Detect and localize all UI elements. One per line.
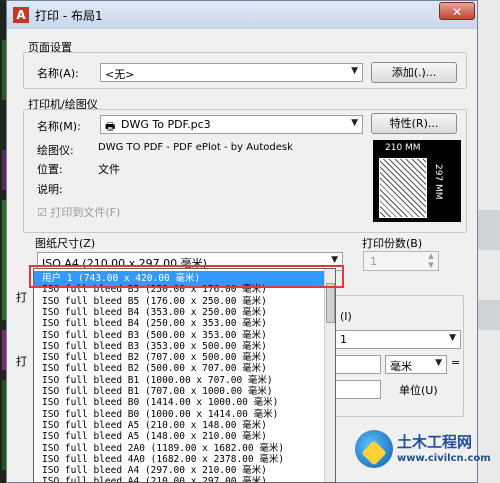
paper-size-label: 图纸尺寸(Z) — [35, 237, 96, 250]
print-to-file-label: 打印到文件(F) — [50, 206, 121, 219]
watermark-logo-icon — [355, 430, 393, 468]
scale-value: 1 — [340, 333, 347, 346]
unit-value: 毫米 — [390, 360, 412, 373]
equals-label: = — [451, 356, 461, 369]
watermark: 土木工程网 www.civilcn.com — [355, 425, 495, 480]
chevron-down-icon: ▼ — [449, 333, 456, 343]
printer-name-label: 名称(M): — [37, 120, 81, 133]
copies-label: 打印份数(B) — [362, 237, 423, 250]
dropdown-option[interactable]: ISO full bleed A4 (210.00 x 297.00 毫米) — [34, 474, 324, 482]
printer-name-value: DWG To PDF.pc3 — [121, 118, 211, 131]
chevron-down-icon: ▼ — [351, 66, 358, 76]
location-value: 文件 — [98, 163, 120, 176]
copies-spinner[interactable]: 1 ▲ ▼ — [363, 251, 439, 271]
printer-icon: 🖶 — [105, 120, 116, 133]
chevron-down-icon: ▼ — [435, 358, 442, 368]
unit-combo[interactable]: 毫米 ▼ — [385, 355, 447, 374]
dropdown-scrollbar[interactable] — [324, 269, 335, 482]
chevron-down-icon: ▼ — [351, 118, 358, 128]
cad-toolbar-background — [478, 0, 500, 483]
page-setup-name-combo[interactable]: <无> ▼ — [100, 63, 363, 82]
checkbox-icon: ☑ — [37, 206, 47, 219]
highlight-box — [29, 265, 344, 288]
plotter-label: 绘图仪: — [37, 144, 74, 157]
preview-height-label: 297 MM — [433, 164, 443, 200]
scale-combo[interactable]: 1 ▼ — [335, 330, 461, 349]
print-to-file-checkbox[interactable]: ☑ 打印到文件(F) — [37, 204, 120, 220]
unit-label: 单位(U) — [399, 384, 438, 397]
partial-label: (I) — [340, 310, 352, 323]
plotter-value: DWG TO PDF - PDF ePlot - by Autodesk — [98, 142, 293, 153]
chevron-down-icon: ▼ — [331, 255, 338, 265]
add-button[interactable]: 添加(.)... — [371, 62, 457, 83]
preview-sheet — [379, 158, 427, 218]
scale-numerator-field[interactable] — [335, 355, 381, 374]
autocad-logo-icon: A — [13, 7, 29, 23]
scale-denominator-field[interactable] — [335, 380, 381, 399]
partial-label: 打 — [16, 355, 27, 368]
copies-value: 1 — [370, 255, 377, 268]
partial-label: 打 — [16, 291, 27, 304]
scrollbar-thumb[interactable] — [326, 283, 335, 323]
spin-up-icon[interactable]: ▲ — [424, 252, 438, 261]
close-button[interactable]: ✕ — [439, 2, 475, 20]
paper-preview: 210 MM 297 MM — [373, 140, 461, 222]
watermark-url: www.civilcn.com — [397, 453, 491, 464]
paper-size-dropdown[interactable]: 用户 1 (743.00 x 420.00 毫米) ISO full bleed … — [33, 268, 336, 483]
window-title: 打印 - 布局1 — [35, 9, 103, 23]
page-setup-name-value: <无> — [105, 68, 135, 81]
printer-name-combo[interactable]: 🖶 DWG To PDF.pc3 ▼ — [100, 115, 363, 134]
properties-button[interactable]: 特性(R)... — [371, 113, 457, 134]
location-label: 位置: — [37, 163, 63, 176]
description-label: 说明: — [37, 183, 63, 196]
spin-down-icon[interactable]: ▼ — [424, 261, 438, 270]
page-setup-name-label: 名称(A): — [37, 67, 79, 80]
title-bar: A 打印 - 布局1 ✕ — [7, 1, 477, 29]
preview-width-label: 210 MM — [385, 143, 421, 153]
watermark-brand: 土木工程网 — [397, 433, 473, 451]
